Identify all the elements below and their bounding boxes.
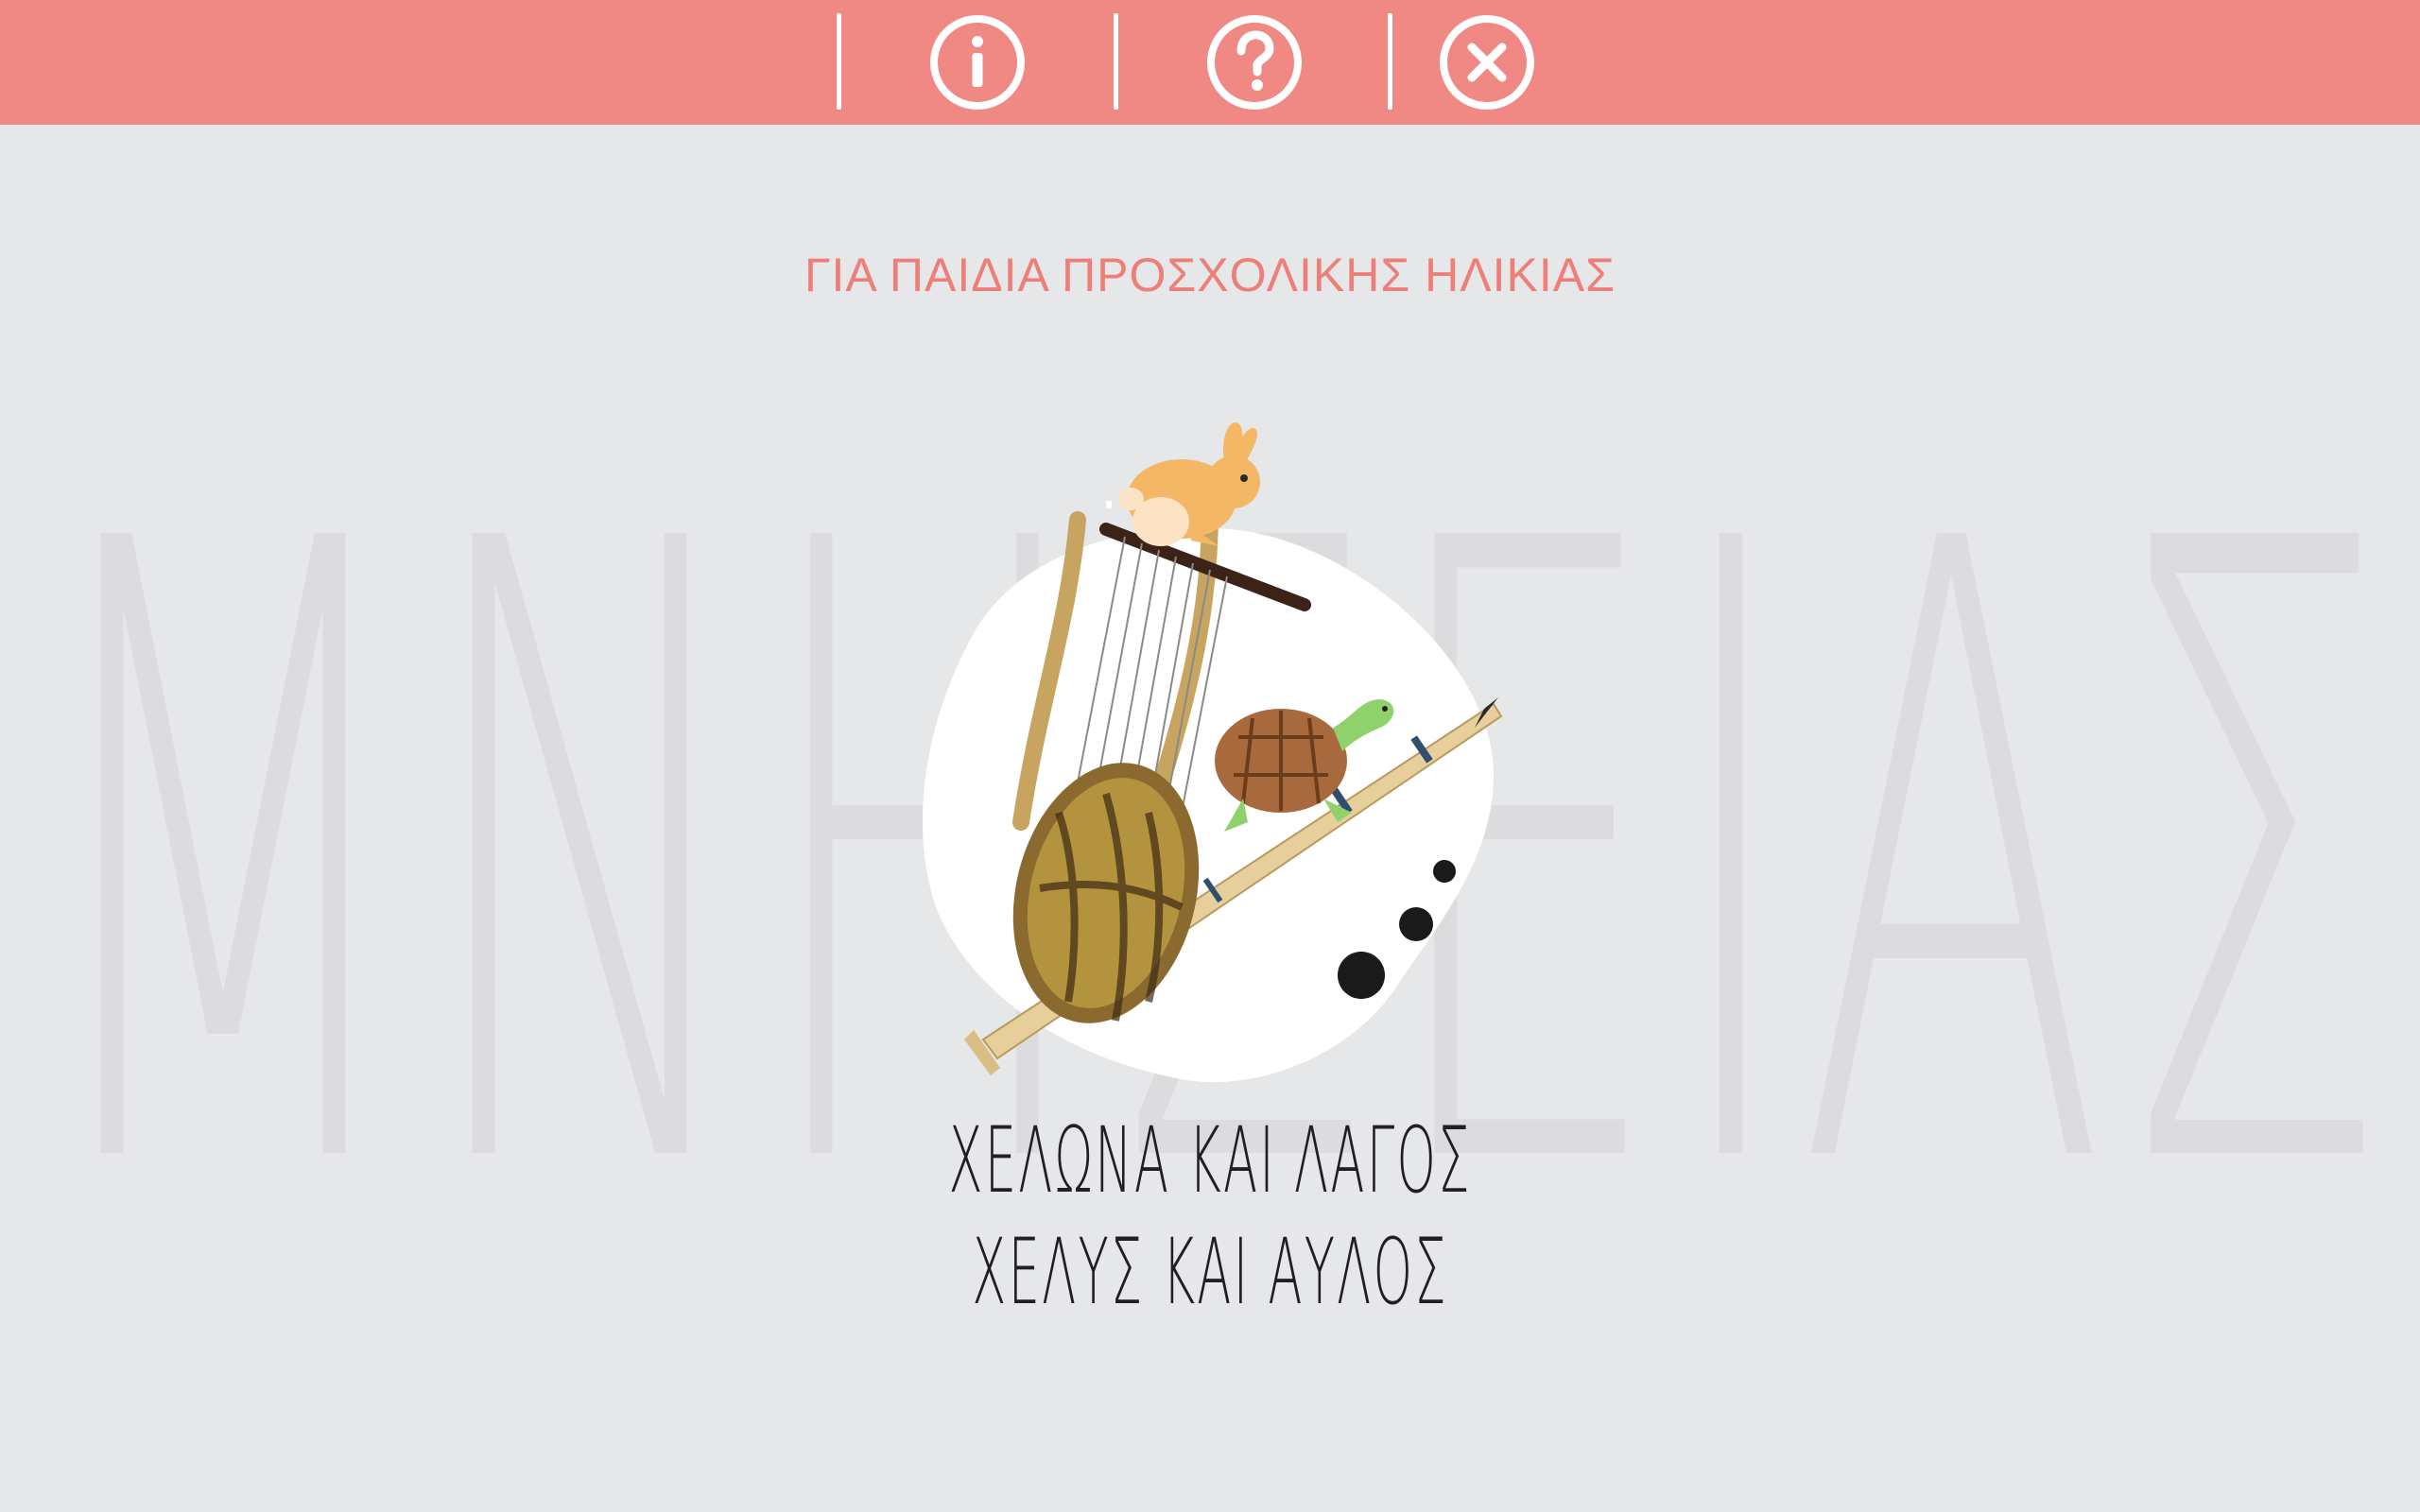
hare-icon: [1117, 421, 1260, 546]
toolbar-divider: [1388, 13, 1392, 110]
dot-icon: [1399, 907, 1433, 941]
top-toolbar: [0, 0, 2420, 125]
help-button[interactable]: [1205, 13, 1304, 112]
hero-illustration: [922, 421, 1503, 1083]
title-line-1: ΧΕΛΩΝΑ ΚΑΙ ΛΑΓΟΣ: [948, 1108, 1472, 1213]
dot-icon: [1338, 952, 1385, 999]
toolbar-divider: [837, 13, 841, 110]
close-button[interactable]: [1438, 13, 1536, 112]
info-icon: [930, 15, 1025, 110]
close-icon: [1440, 15, 1534, 110]
title-line-2: ΧΕΛΥΣ ΚΑΙ ΑΥΛΟΣ: [972, 1219, 1448, 1325]
toolbar-divider: [1114, 13, 1118, 110]
subtitle: ΓΙΑ ΠΑΙΔΙΑ ΠΡΟΣΧΟΛΙΚΗΣ ΗΛΙΚΙΑΣ: [804, 249, 1616, 301]
dot-icon: [1433, 860, 1456, 883]
info-button[interactable]: [928, 13, 1027, 112]
question-icon: [1207, 15, 1302, 110]
